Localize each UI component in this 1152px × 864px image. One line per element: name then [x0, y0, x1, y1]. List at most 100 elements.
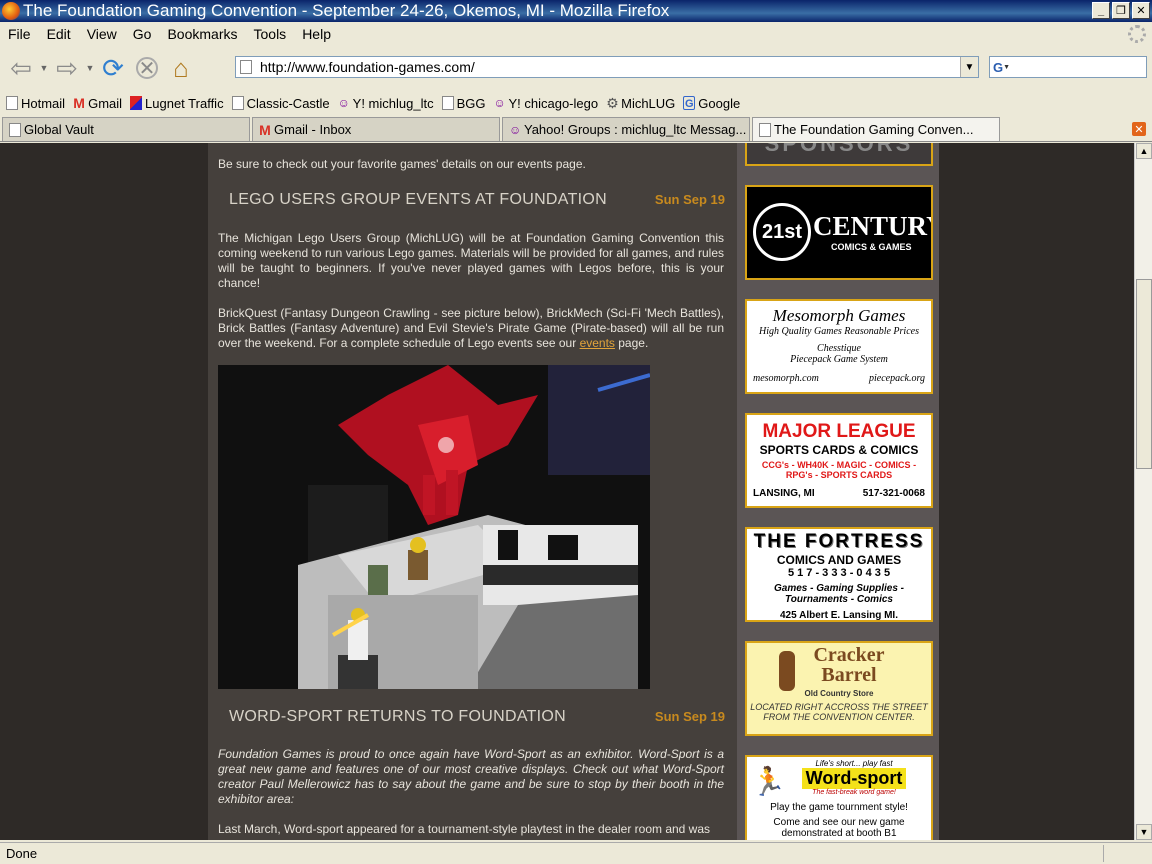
back-arrow-icon: ⇦ — [10, 52, 32, 83]
bookmark-label: Y! chicago-lego — [508, 95, 599, 111]
bookmark-classic-castle[interactable]: Classic-Castle — [231, 95, 330, 111]
post-paragraph: Foundation Games is proud to once again … — [218, 747, 724, 806]
ad-majorleague-name: MAJOR LEAGUE — [762, 421, 916, 442]
ad-wordsport-line: Play the game tournment style! — [770, 802, 908, 813]
sponsors-sidebar: SPONSORS 21st CENTURY COMICS & GAMES Mes… — [737, 143, 939, 840]
ad-mesomorph-line: Piecepack Game System — [790, 354, 888, 365]
bookmark-lugnet-traffic[interactable]: Lugnet Traffic — [130, 96, 224, 111]
ad-wordsport-sub: The fast-break word game! — [812, 789, 896, 796]
forward-button[interactable]: ⇨ — [50, 51, 84, 85]
tab-global-vault[interactable]: Global Vault — [2, 117, 250, 141]
close-tab-button[interactable]: ✕ — [1132, 122, 1146, 136]
bookmark-hotmail[interactable]: Hotmail — [6, 96, 65, 111]
stop-button[interactable]: ✕ — [130, 51, 164, 85]
ad-majorleague-sub: SPORTS CARDS & COMICS — [759, 443, 919, 457]
address-bar[interactable]: http://www.foundation-games.com/ ▼ — [235, 56, 979, 78]
bookmark-label: Lugnet Traffic — [145, 95, 224, 111]
ad-fortress-line: Games - Gaming Supplies - — [773, 583, 905, 594]
search-engine-dropdown-icon[interactable]: ▼ — [1003, 64, 1010, 71]
back-button[interactable]: ⇦ — [4, 51, 38, 85]
post-paragraph: The Michigan Lego Users Group (MichLUG) … — [218, 231, 724, 290]
reload-button[interactable]: ⟳ — [96, 51, 130, 85]
ad-majorleague-city: LANSING, MI — [753, 488, 815, 499]
window-title-bar: The Foundation Gaming Convention - Septe… — [0, 0, 1152, 22]
tab-bar: Global Vault M Gmail - Inbox ☺ Yahoo! Grou… — [0, 116, 1152, 142]
ad-cracker-barrel[interactable]: Cracker Barrel Old Country Store LOCATED… — [745, 641, 933, 736]
ad-mesomorph-tagline: High Quality Games Reasonable Prices — [759, 326, 919, 337]
ad-fortress-line: Tournaments - Comics — [785, 594, 893, 605]
page-icon — [9, 122, 21, 137]
ad-mesomorph-url: piecepack.org — [869, 373, 925, 384]
tab-gmail-inbox[interactable]: M Gmail - Inbox — [252, 117, 500, 141]
bookmark-google[interactable]: G Google — [683, 96, 740, 111]
tab-label: Global Vault — [24, 122, 94, 137]
tab-foundation-gaming[interactable]: The Foundation Gaming Conven... — [752, 117, 1000, 141]
tab-label: Gmail - Inbox — [274, 122, 352, 137]
tab-label: Yahoo! Groups : michlug_ltc Messag... — [524, 122, 747, 137]
minimize-button[interactable]: _ — [1092, 2, 1110, 19]
menu-go[interactable]: Go — [125, 26, 160, 42]
menu-file[interactable]: File — [0, 26, 39, 42]
status-bar: Done — [0, 842, 1152, 864]
ad-major-league[interactable]: MAJOR LEAGUE SPORTS CARDS & COMICS CCG's… — [745, 413, 933, 508]
intro-text: Be sure to check out your favorite games… — [218, 157, 586, 171]
firefox-icon — [2, 2, 20, 20]
window-title: The Foundation Gaming Convention - Septe… — [23, 1, 670, 20]
ad-fortress-address: 425 Albert E. Lansing MI. — [780, 610, 898, 621]
bookmark-label: Classic-Castle — [246, 95, 330, 111]
ad-wordsport-line: Come and see our new game — [773, 817, 905, 828]
ad-word-sport[interactable]: 🏃 Life's short... play fast Word-sport T… — [745, 755, 933, 840]
post-title: WORD-SPORT RETURNS TO FOUNDATION — [229, 708, 567, 725]
search-box[interactable]: G ▼ — [989, 56, 1147, 78]
ad-the-fortress[interactable]: THE FORTRESS COMICS AND GAMES 5 1 7 - 3 … — [745, 527, 933, 622]
scroll-down-arrow[interactable]: ▼ — [1136, 824, 1152, 840]
scroll-up-arrow[interactable]: ▲ — [1136, 143, 1152, 159]
menu-view[interactable]: View — [79, 26, 125, 42]
page-icon — [231, 96, 244, 110]
close-window-button[interactable]: ✕ — [1132, 2, 1150, 19]
forward-history-dropdown[interactable]: ▼ — [84, 63, 96, 73]
menu-help[interactable]: Help — [294, 26, 339, 42]
post-date: Sun Sep 19 — [654, 192, 725, 207]
ad-21st-century-comics[interactable]: 21st CENTURY COMICS & GAMES — [745, 185, 933, 280]
bookmark-label: Hotmail — [21, 95, 66, 111]
navigation-toolbar: ⇦ ▼ ⇨ ▼ ⟳ ✕ ⌂ http://www.foundation-game… — [0, 46, 1152, 90]
bookmark-michlug[interactable]: ⚙ MichLUG — [606, 96, 675, 111]
ad-cracker-line: LOCATED RIGHT ACCROSS THE STREET — [750, 702, 928, 712]
address-dropdown-button[interactable]: ▼ — [960, 57, 978, 77]
bookmark-gmail[interactable]: M Gmail — [73, 96, 122, 111]
ad-majorleague-phone: 517-321-0068 — [862, 488, 925, 499]
sponsors-heading-banner: SPONSORS — [745, 143, 933, 166]
status-divider — [1103, 845, 1104, 862]
menu-bookmarks[interactable]: Bookmarks — [159, 26, 245, 42]
bookmarks-toolbar: Hotmail M Gmail Lugnet Traffic Classic-Ca… — [0, 90, 1152, 116]
ad-majorleague-line: CCG's - WH40K - MAGIC - COMICS - — [761, 460, 917, 470]
page-viewport: Be sure to check out your favorite games… — [0, 143, 1134, 840]
bookmark-bgg[interactable]: BGG — [441, 96, 485, 111]
sponsors-heading: SPONSORS — [764, 143, 914, 156]
bookmark-label: MichLUG — [621, 95, 676, 111]
paragraph-text: page. — [614, 336, 649, 350]
home-button[interactable]: ⌂ — [164, 51, 198, 85]
bookmark-chicago-lego[interactable]: ☺ Y! chicago-lego — [493, 96, 598, 111]
events-link[interactable]: events — [580, 336, 615, 350]
vertical-scrollbar[interactable]: ▲ ▼ — [1134, 143, 1152, 840]
forward-arrow-icon: ⇨ — [56, 52, 78, 83]
lugnet-icon — [130, 96, 143, 110]
scrollbar-thumb[interactable] — [1136, 279, 1152, 469]
gmail-icon: M — [73, 95, 85, 111]
maximize-button[interactable]: ❐ — [1112, 2, 1130, 19]
post-date: Sun Sep 19 — [654, 709, 725, 724]
menu-edit[interactable]: Edit — [39, 26, 79, 42]
ad-mesomorph-games[interactable]: Mesomorph Games High Quality Games Reaso… — [745, 299, 933, 394]
post-header-wordsport: WORD-SPORT RETURNS TO FOUNDATION Sun Sep… — [229, 708, 725, 726]
menu-tools[interactable]: Tools — [246, 26, 295, 42]
bookmark-label: Y! michlug_ltc — [352, 95, 434, 111]
ad-wordsport-name: Word-sport — [801, 768, 907, 789]
yahoo-groups-icon: ☺ — [337, 96, 350, 110]
bookmark-michlug-ltc[interactable]: ☺ Y! michlug_ltc — [338, 96, 434, 111]
back-history-dropdown[interactable]: ▼ — [38, 63, 50, 73]
tab-yahoo-groups[interactable]: ☺ Yahoo! Groups : michlug_ltc Messag... — [502, 117, 750, 141]
ad-fortress-name: THE FORTRESS — [753, 531, 925, 552]
throbber-icon — [1128, 25, 1146, 43]
